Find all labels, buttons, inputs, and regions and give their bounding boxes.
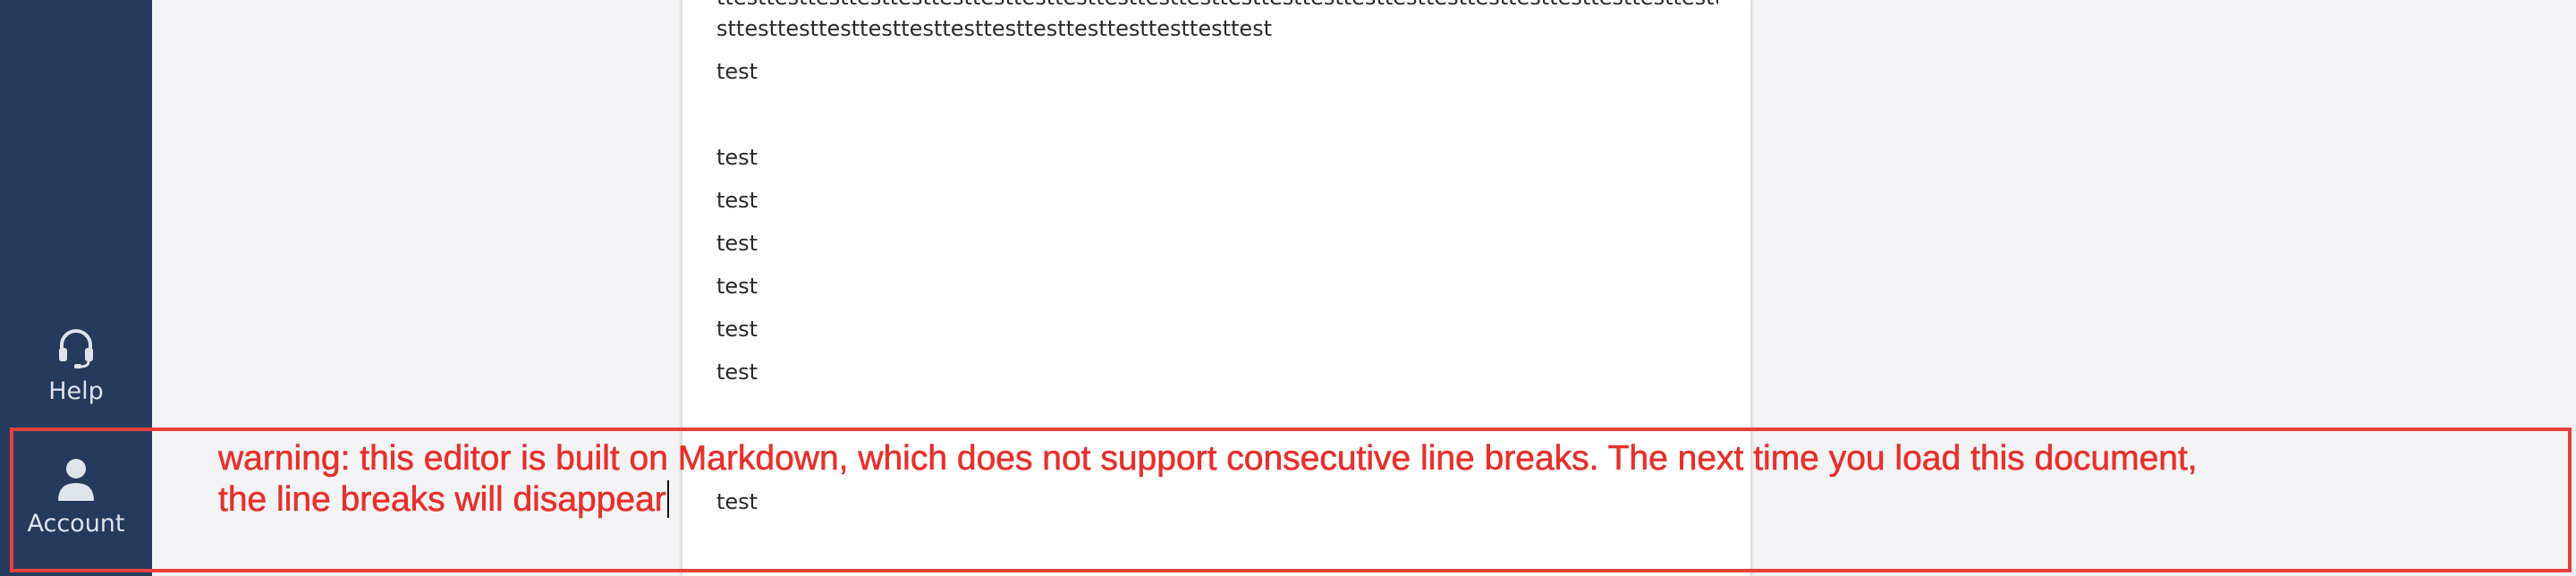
warning-line-2-text: the line breaks will disappear [218,480,666,520]
headset-icon [59,329,93,368]
paragraph: test [716,274,758,299]
paragraph: test [716,145,758,170]
sidebar-item-label: Help [48,377,104,405]
paragraph: test [716,231,758,256]
app-root: Help Account ttesttesttesttesttesttestte… [0,0,2576,576]
text-line: ttesttesttesttesttesttesttesttesttesttes… [716,0,1718,11]
sidebar-item-help[interactable]: Help [0,327,152,405]
paragraph: test [716,188,758,213]
warning-line-2: the line breaks will disappear [218,479,2365,521]
paragraph: test [716,59,758,84]
markdown-warning: warning: this editor is built on Markdow… [218,438,2365,521]
warning-line-1: warning: this editor is built on Markdow… [218,439,2198,479]
text-caret [666,480,669,518]
sidebar-item-account[interactable]: Account [0,456,152,538]
text-line: sttesttesttesttesttesttesttesttesttestte… [716,16,1273,41]
user-icon [58,459,94,501]
sidebar: Help Account [0,0,152,576]
paragraph: test [716,360,758,385]
sidebar-item-label: Account [27,510,125,538]
paragraph: test [716,317,758,342]
